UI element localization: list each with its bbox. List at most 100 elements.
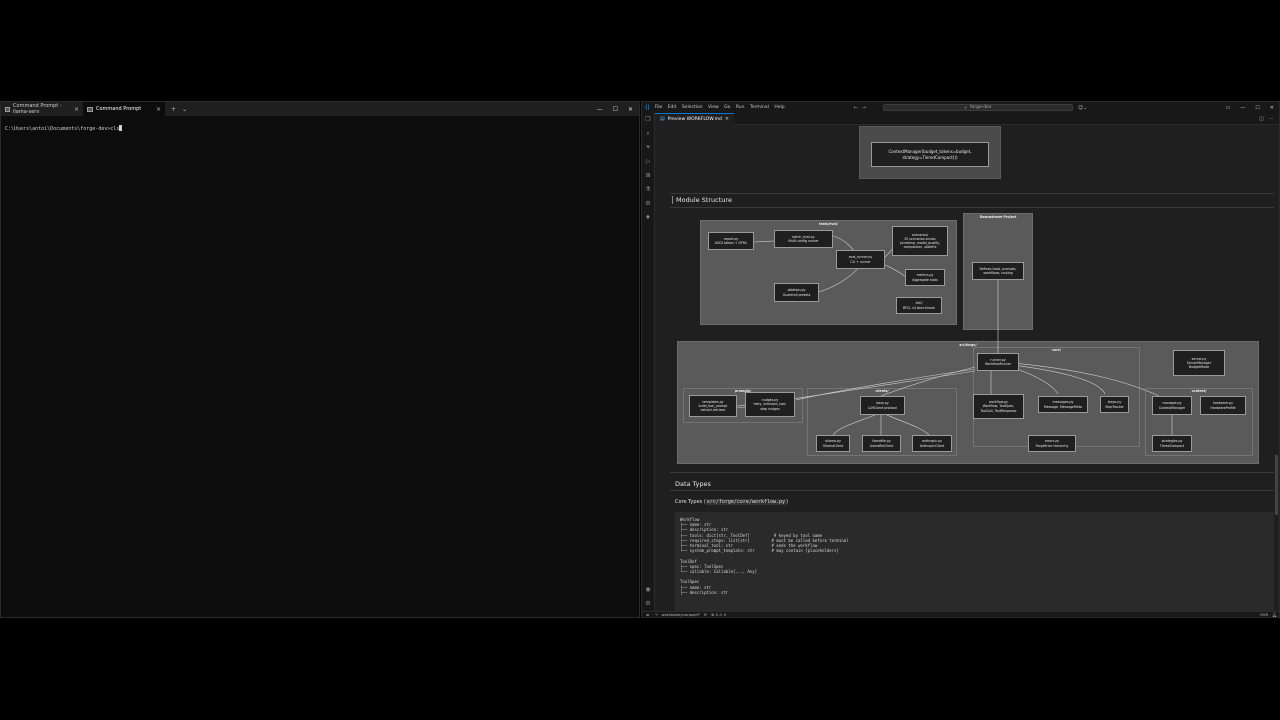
close-icon[interactable]: × [725,116,729,122]
divider [670,472,1274,473]
preview-scrollbar[interactable] [1274,125,1279,611]
branch-name[interactable]: worktable/compact* [661,612,699,617]
run-debug-icon[interactable]: ▷ [645,158,652,165]
edge-ablation-eval [818,266,860,293]
prompt-line: C:\Users\antoi\Documents\forge-dev>cls [5,126,120,132]
menu-edit[interactable]: Edit [668,105,677,110]
maximize-button[interactable]: ☐ [613,106,618,113]
source-control-icon[interactable]: ⑂ [645,144,652,151]
cmd-icon [5,106,11,112]
inline-code-path: src/forge/core/workflow.py [705,499,787,505]
node-text: BFCL v4 benchmark [903,305,935,310]
diagram-node-nudges: nudges.py retry, unknown_tool, step nudges [745,392,795,417]
problems-counter[interactable]: ⊗ 0 ⚠ 0 [711,612,726,617]
branch-icon: ⑂ [655,612,658,617]
menu-bar: File Edit Selection View Go Run Terminal… [655,105,789,110]
diagram-node-ollama: ollama.py OllamaClient [816,435,850,452]
menu-help[interactable]: Help [774,105,784,110]
diagram-node-steps: steps.py StepTracker [1100,396,1129,413]
menu-view[interactable]: View [708,105,719,110]
chevron-down-icon[interactable]: ⌄ [182,106,187,113]
divider [670,490,1274,491]
edge-nudges-templates [736,406,746,409]
diagram-node-strategies: strategies.py TieredCompact [1152,435,1192,452]
remote-indicator[interactable]: ≍ [644,612,651,617]
status-bar: ≍ ⑂ worktable/compact* ⟳ ⊗ 0 ⚠ 0 OVR 🔔︎ [642,611,1279,617]
close-icon[interactable]: × [156,106,161,113]
markdown-preview-icon: ▤ [660,116,665,122]
node-text: StepTracker [1105,404,1124,409]
vscode-logo-icon: ⟨⟩ [645,104,650,111]
copilot-icon[interactable]: ☺⌄ [1078,105,1087,111]
nav-arrows[interactable]: ←→ [854,105,870,111]
node-text: extract,retrieve [700,408,726,413]
maximize-button[interactable]: ☐ [1255,105,1259,111]
minimize-button[interactable]: — [1240,105,1245,111]
editor-tabs: ▤ Preview WORKFLOW.md × ◫ ⋯ [655,112,1279,125]
menu-terminal[interactable]: Terminal [750,105,769,110]
heading-data-types: Data Types [675,480,711,488]
node-text: step nudges [760,406,780,411]
menu-file[interactable]: File [655,105,663,110]
testing-icon[interactable]: ⚗ [645,186,652,193]
edge-base-anthropic [886,414,930,436]
python-icon[interactable]: ♦ [645,214,652,221]
diagram-node-messages: messages.py Message, MessageMeta [1038,396,1088,413]
diagram-node-eval-runner: eval_runner.py CLI + runner [836,250,885,269]
node-text: ForgeError hierarchy [1035,443,1069,448]
markdown-preview[interactable]: ContextManager(budget_tokens=budget, str… [655,125,1274,611]
code-line: ├── description: str [680,589,729,595]
node-text: BudgetMode [1188,365,1210,370]
menu-selection[interactable]: Selection [682,105,703,110]
vscode-window: ⟨⟩ File Edit Selection View Go Run Termi… [641,101,1280,618]
node-text: Aggregate stats [912,277,938,282]
node-text: LLMClient protocol [867,405,898,410]
diagram-node-hardware: hardware.py HardwareProfile [1200,396,1246,415]
tab-preview-workflow[interactable]: ▤ Preview WORKFLOW.md × [655,112,735,125]
remote-icon[interactable]: ⚙ [645,200,652,207]
minimize-button[interactable]: — [597,106,603,113]
diagram-node-templates: templates.py build_tool_prompt extract,ret… [689,395,737,417]
node-text: Guardrail presets [782,292,811,297]
new-tab-button[interactable]: + [171,106,176,113]
edge-base-ollama [832,414,876,436]
close-window-button[interactable]: ✕ [628,106,633,113]
explorer-icon[interactable]: ❐ [645,116,652,123]
gear-icon[interactable]: ⚙ [645,600,652,607]
account-icon[interactable]: ◉ [645,586,652,593]
overwrite-mode[interactable]: OVR [1260,612,1268,617]
close-window-button[interactable]: ✕ [1270,105,1274,111]
extensions-icon[interactable]: ⊞ [645,172,652,179]
edge-runner-steps [1012,364,1106,395]
diagram-node-server: server.py ServerManager BudgetMode [1173,350,1225,376]
terminal-window: Command Prompt - llama-serv × Command Pr… [0,101,640,618]
diagram-node-scenarios: scenarios/20 scenarios across plumbing, m… [892,226,948,256]
node-text: Multi-config runner [788,239,819,243]
heading-core-types: Core Types (src/forge/core/workflow.py) [675,499,789,505]
notifications-icon[interactable]: 🔔︎ [1272,612,1277,617]
node-text: HardwareProfile [1210,405,1236,410]
search-icon: ⌕ [964,105,967,111]
menu-go[interactable]: Go [724,105,730,110]
diagram-node-anthropic: anthropic.py AnthropicClient [912,435,952,452]
terminal-tabbar: Command Prompt - llama-serv × Command Pr… [1,102,639,116]
layout-icon[interactable]: ▭ [1226,105,1231,111]
scrollbar-thumb[interactable] [1275,455,1278,515]
terminal-tab-command-prompt[interactable]: Command Prompt × [83,102,165,116]
tab-label: Preview WORKFLOW.md [667,116,722,122]
sync-icon[interactable]: ⟳ [704,612,707,617]
terminal-output[interactable]: C:\Users\antoi\Documents\forge-dev>cls [1,116,639,141]
edge-eval-metrics [884,264,906,277]
close-icon[interactable]: × [74,106,79,113]
terminal-tab-llama-serv[interactable]: Command Prompt - llama-serv × [1,102,83,116]
search-icon[interactable]: ⌕ [645,130,652,137]
code-block-core-types[interactable]: Workflow ├── name: str ├── description: st… [675,512,1274,611]
split-editor-icon[interactable]: ◫ [1259,116,1264,122]
diagram-node-llamafile: llamafile.py LlamafileClient [862,435,901,452]
menu-run[interactable]: Run [736,105,745,110]
command-center-search[interactable]: ⌕ forge-dev [883,104,1074,111]
node-text: TieredCompact [1159,443,1185,448]
more-actions-icon[interactable]: ⋯ [1269,116,1274,122]
diagram-node-batch-eval: batch_eval.py Multi-config runner [774,230,833,248]
tab-label: Command Prompt - llama-serv [13,103,62,115]
